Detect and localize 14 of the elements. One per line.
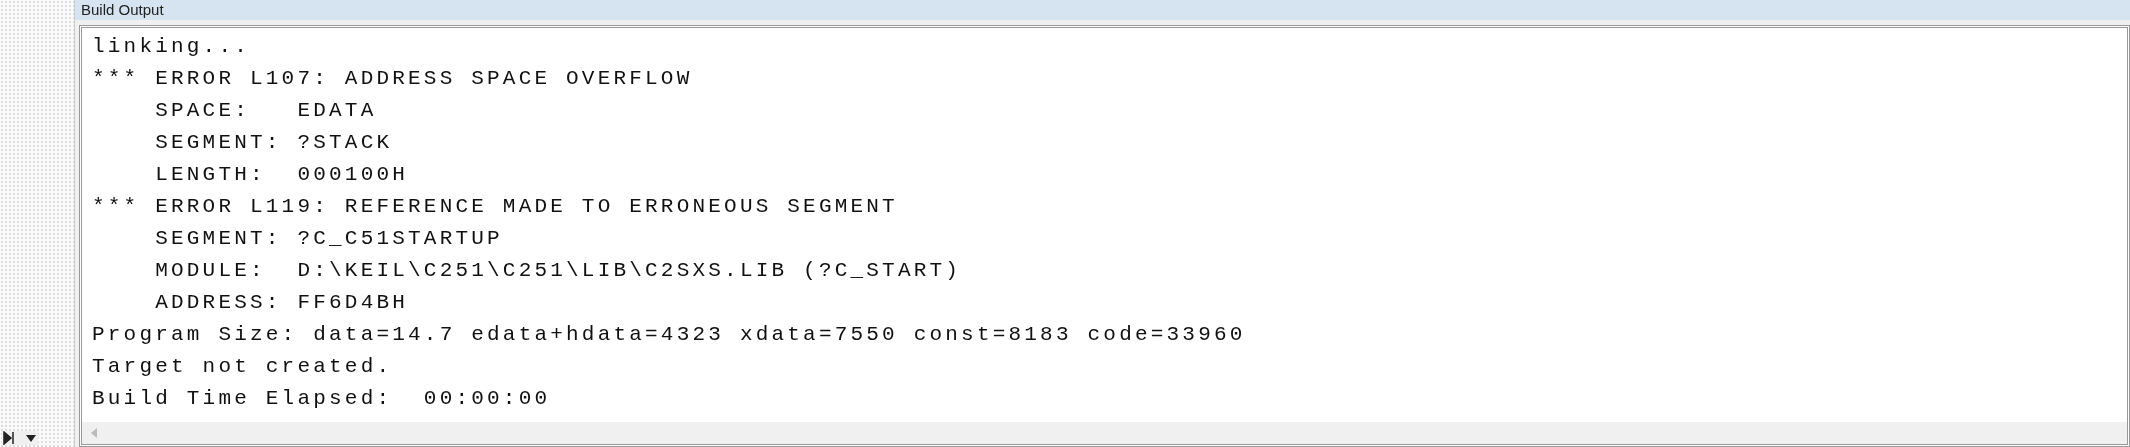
- output-line: ADDRESS: FF6D4BH: [154, 290, 410, 316]
- output-line: Build Time Elapsed: 00:00:00: [92, 386, 552, 412]
- output-line: MODULE: D:\KEIL\C251\C251\LIB\C2SXS.LIB (?C_START): [154, 258, 963, 284]
- output-line: *** ERROR L107: ADDRESS SPACE OVERFLOW: [92, 66, 694, 92]
- output-line: Program Size: data=14.7 edata+hdata=4323 xdata=7550 const=8183 code=33960: [92, 322, 1247, 348]
- output-line: SEGMENT: ?C_C51STARTUP: [154, 226, 504, 252]
- output-line: *** ERROR L119: REFERENCE MADE TO ERRONEOUS SEGMENT: [92, 194, 899, 220]
- output-line: SPACE: EDATA: [154, 98, 378, 124]
- output-line: SEGMENT: ?STACK: [154, 130, 394, 156]
- output-line: LENGTH: 000100H: [154, 162, 410, 188]
- panel-title: Build Output: [81, 1, 164, 19]
- output-line: Target not created.: [92, 354, 394, 380]
- next-arrow-icon[interactable]: [2, 431, 16, 445]
- output-line: linking...: [92, 34, 252, 60]
